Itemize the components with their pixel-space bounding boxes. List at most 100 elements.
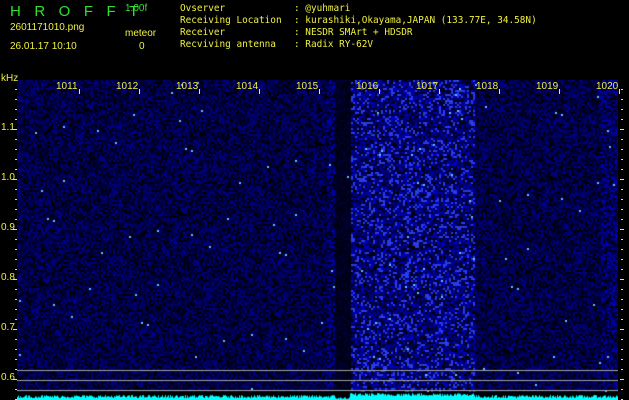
y-minor-tick xyxy=(15,109,17,110)
y-tick-right xyxy=(620,329,624,330)
y-minor-tick-right xyxy=(621,219,623,220)
x-tick xyxy=(559,89,560,94)
y-minor-tick xyxy=(15,119,17,120)
x-tick xyxy=(259,89,260,94)
y-tick xyxy=(13,329,17,330)
y-tick-label: 0.6 xyxy=(1,372,15,383)
y-minor-tick-right xyxy=(621,149,623,150)
y-tick xyxy=(13,229,17,230)
y-minor-tick xyxy=(15,339,17,340)
y-minor-tick-right xyxy=(621,319,623,320)
x-tick xyxy=(199,89,200,94)
y-tick xyxy=(13,379,17,380)
x-tick xyxy=(79,89,80,94)
y-tick xyxy=(13,179,17,180)
y-minor-tick-right xyxy=(621,169,623,170)
y-tick-label: 1.1 xyxy=(1,122,15,133)
info-label: Receiving Location xyxy=(180,15,282,26)
y-tick-right xyxy=(620,279,624,280)
y-axis-unit: kHz xyxy=(1,73,19,84)
waterfall-spectrogram xyxy=(17,80,618,400)
y-minor-tick-right xyxy=(621,339,623,340)
info-label: Receiver xyxy=(180,27,226,38)
info-value: kurashiki,Okayama,JAPAN (133.77E, 34.58N… xyxy=(305,15,537,26)
y-minor-tick xyxy=(15,299,17,300)
x-tick-label: 1012 xyxy=(116,81,139,92)
y-minor-tick xyxy=(15,139,17,140)
x-tick-label: 1011 xyxy=(56,81,78,92)
y-minor-tick xyxy=(15,309,17,310)
y-minor-tick xyxy=(15,169,17,170)
y-minor-tick xyxy=(15,239,17,240)
y-minor-tick xyxy=(15,249,17,250)
info-row: Receiving Location: kurashiki,Okayama,JA… xyxy=(180,15,537,26)
y-tick-label: 1.0 xyxy=(1,172,15,183)
y-minor-tick-right xyxy=(621,369,623,370)
version-label: 1.00f xyxy=(125,3,148,14)
y-tick-label: 0.7 xyxy=(1,322,15,333)
y-tick-right xyxy=(620,129,624,130)
y-minor-tick-right xyxy=(621,299,623,300)
x-tick xyxy=(499,89,500,94)
x-tick-label: 1016 xyxy=(356,81,379,92)
y-tick-right xyxy=(620,179,624,180)
info-value: @yuhmari xyxy=(305,3,351,14)
info-value: NESDR SMArt + HDSDR xyxy=(305,27,413,38)
y-minor-tick-right xyxy=(621,89,623,90)
y-minor-tick xyxy=(15,269,17,270)
info-label: Ovserver xyxy=(180,3,226,14)
y-minor-tick xyxy=(15,209,17,210)
y-minor-tick xyxy=(15,289,17,290)
y-minor-tick xyxy=(15,349,17,350)
y-minor-tick-right xyxy=(621,199,623,200)
y-minor-tick xyxy=(15,359,17,360)
y-minor-tick xyxy=(15,149,17,150)
info-row: Recviving antenna: Radix RY-62V xyxy=(180,39,374,50)
y-minor-tick-right xyxy=(621,359,623,360)
y-tick-right xyxy=(620,379,624,380)
y-minor-tick xyxy=(15,199,17,200)
x-tick xyxy=(619,89,620,94)
x-tick-label: 1020 xyxy=(596,81,619,92)
info-label: Recviving antenna xyxy=(180,39,276,50)
y-tick-right xyxy=(620,229,624,230)
y-minor-tick-right xyxy=(621,239,623,240)
y-minor-tick-right xyxy=(621,269,623,270)
y-tick-label: 0.9 xyxy=(1,222,15,233)
y-minor-tick xyxy=(15,369,17,370)
info-value: Radix RY-62V xyxy=(305,39,374,50)
x-tick xyxy=(439,89,440,94)
y-minor-tick-right xyxy=(621,289,623,290)
y-tick xyxy=(13,279,17,280)
y-minor-tick xyxy=(15,259,17,260)
y-minor-tick xyxy=(15,189,17,190)
y-minor-tick-right xyxy=(621,349,623,350)
meteor-count: 0 xyxy=(139,41,145,52)
x-tick xyxy=(139,89,140,94)
y-minor-tick-right xyxy=(621,389,623,390)
y-minor-tick xyxy=(15,159,17,160)
y-tick xyxy=(13,129,17,130)
x-tick-label: 1019 xyxy=(536,81,559,92)
y-minor-tick-right xyxy=(621,109,623,110)
y-minor-tick-right xyxy=(621,139,623,140)
y-minor-tick-right xyxy=(621,119,623,120)
filename: 2601171010.png xyxy=(10,22,85,33)
x-tick-label: 1014 xyxy=(236,81,259,92)
x-tick-label: 1017 xyxy=(416,81,439,92)
y-minor-tick xyxy=(15,89,17,90)
y-minor-tick xyxy=(15,319,17,320)
y-minor-tick-right xyxy=(621,209,623,210)
y-minor-tick xyxy=(15,99,17,100)
x-tick xyxy=(379,89,380,94)
y-minor-tick-right xyxy=(621,189,623,190)
info-row: Ovserver: @yuhmari xyxy=(180,3,351,14)
x-tick xyxy=(319,89,320,94)
y-minor-tick-right xyxy=(621,99,623,100)
info-row: Receiver: NESDR SMArt + HDSDR xyxy=(180,27,413,38)
meteor-label: meteor xyxy=(125,28,157,39)
datetime: 26.01.17 10:10 xyxy=(10,41,77,52)
x-tick-label: 1018 xyxy=(476,81,499,92)
station-info: Ovserver: @yuhmari Receiving Location: ku… xyxy=(180,3,537,51)
x-tick-label: 1015 xyxy=(296,81,319,92)
